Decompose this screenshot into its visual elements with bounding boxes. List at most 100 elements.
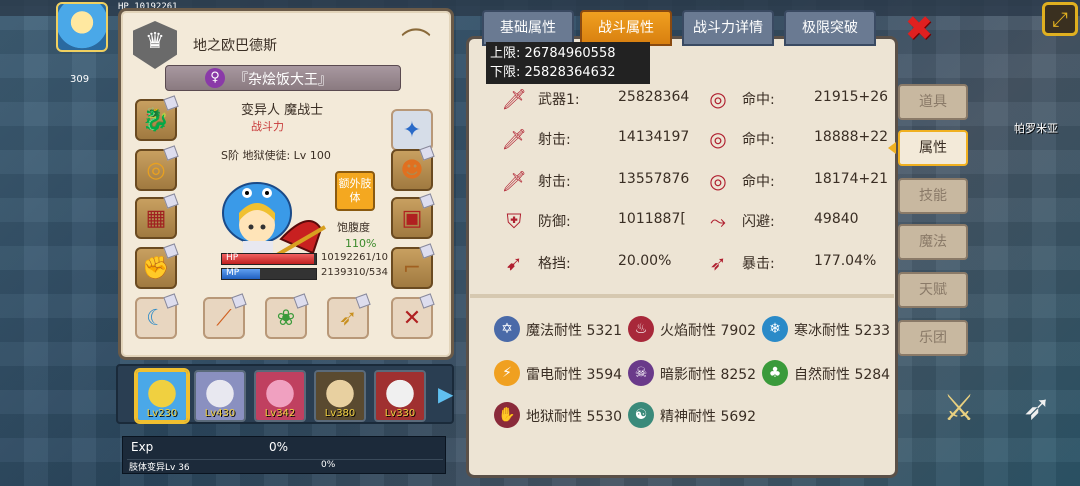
tab-combat-stats[interactable]: 战斗属性 <box>580 10 672 46</box>
guild-name: 地之欧巴德斯 <box>193 38 277 54</box>
party-member[interactable]: Lv380 <box>314 370 366 422</box>
resistance-nature: ♣ 自然耐性 5284 <box>762 360 902 388</box>
character-panel: 地之欧巴德斯 ⌒ 『杂烩饭大王』 ♀ 变异人 魔战士 战斗力 S阶 地狱使徒: … <box>118 8 454 360</box>
blue-crystal-icon: ✦ <box>402 117 422 143</box>
hell-icon: ✋ <box>494 402 520 428</box>
hp-label: HP <box>226 253 239 263</box>
extra-limb-button[interactable]: 额外肢体 <box>335 171 375 211</box>
equip-slot-ring[interactable]: ☾ <box>135 293 179 339</box>
stat-row: 🗡 射击: 14134197 <box>500 126 700 151</box>
stat-row: ⛨ 防御: 1011887[ <box>500 208 700 233</box>
close-icon[interactable]: ✖ <box>902 12 936 48</box>
resistance-shadow: ☠ 暗影耐性 8252 <box>628 360 768 388</box>
tab-power-details[interactable]: 战斗力详情 <box>682 10 774 46</box>
stat-value: 25828364 <box>618 89 690 105</box>
stat-row: ◎ 命中: 21915+26 <box>704 86 894 111</box>
spirit-icon: ☯ <box>628 402 654 428</box>
side-nav-pointer-icon <box>888 142 896 154</box>
stat-value: 1011887[ <box>618 211 686 227</box>
party-next-arrow-icon[interactable]: ▶ <box>438 380 453 408</box>
party-member[interactable]: Lv330 <box>374 370 426 422</box>
equip-slot-boots[interactable]: ⌐ <box>391 243 435 289</box>
stat-row: ◎ 命中: 18174+21 <box>704 168 894 193</box>
equip-slot-armor[interactable]: ▦ <box>135 193 179 239</box>
side-nav-items[interactable]: 道具 <box>898 84 968 120</box>
side-nav-skills[interactable]: 技能 <box>898 178 968 214</box>
party-level: Lv380 <box>324 408 356 419</box>
title-bar[interactable]: 『杂烩饭大王』 <box>165 65 401 91</box>
stat-name: 命中: <box>742 92 775 108</box>
mp-value: 2139310/534 <box>321 267 388 278</box>
party-member[interactable]: Lv430 <box>194 370 246 422</box>
wardrobe-hanger-icon[interactable]: ⌒ <box>391 21 441 69</box>
attack-sword-icon[interactable]: ⚔ <box>934 388 984 436</box>
stat-name: 射击: <box>538 132 571 148</box>
player-avatar[interactable] <box>56 2 108 52</box>
stat-name: 格挡: <box>538 256 571 272</box>
equip-slot-charm[interactable]: ❀ <box>265 293 309 339</box>
fire-icon: ♨ <box>628 316 654 342</box>
side-nav-attributes[interactable]: 属性 <box>898 130 968 166</box>
guild-emblem-icon <box>133 21 177 69</box>
dodge-icon: ⤳ <box>710 209 726 233</box>
stat-value: 18174+21 <box>814 171 889 187</box>
stat-name: 射击: <box>538 174 571 190</box>
resistance-label: 暗影耐性 8252 <box>660 367 757 383</box>
sword-icon: 🗡 <box>501 87 527 111</box>
sword-icon: 🗡 <box>501 127 527 151</box>
nature-icon: ♣ <box>762 360 788 386</box>
magic-icon: ✡ <box>494 316 520 342</box>
target-icon: ◎ <box>709 127 727 151</box>
equip-slot-gauntlet[interactable]: ✊ <box>135 243 179 289</box>
equip-slot-staff[interactable]: ⟋ <box>203 293 247 339</box>
equip-slot-helmet[interactable]: 🐉 <box>135 95 179 141</box>
stat-value: 13557876 <box>618 171 690 187</box>
party-strip: Lv230 Lv430 Lv342 Lv380 Lv330 <box>116 364 454 424</box>
lower-limit: 下限: 25828364632 <box>490 65 616 80</box>
stats-divider <box>470 294 894 298</box>
satiety-label: 饱腹度 <box>337 221 370 234</box>
equip-slot-chest[interactable]: ▣ <box>391 193 435 239</box>
power-label: 战斗力 <box>251 120 284 133</box>
target-icon: ◎ <box>709 87 727 111</box>
party-member[interactable]: Lv230 <box>136 370 188 422</box>
party-level: Lv230 <box>146 408 178 419</box>
stat-row: 🗡 射击: 13557876 <box>500 168 700 193</box>
shield-icon: ⛨ <box>506 209 522 233</box>
side-nav-magic[interactable]: 魔法 <box>898 224 968 260</box>
stat-value: 21915+26 <box>814 89 889 105</box>
party-level: Lv430 <box>204 408 236 419</box>
sword-icon: 🗡 <box>501 169 527 193</box>
character-title: 『杂烩饭大王』 <box>234 72 332 88</box>
satiety-value: 110% <box>345 237 377 250</box>
equip-slot-necklace[interactable]: ◎ <box>135 145 179 191</box>
equip-slot-crystal[interactable]: ✦ <box>391 109 433 151</box>
stat-value: 20.00% <box>618 253 672 269</box>
stat-name: 武器1: <box>538 92 580 108</box>
hp-bar: HP <box>221 253 317 265</box>
resistance-label: 火焰耐性 7902 <box>660 323 757 339</box>
tab-basic-stats[interactable]: 基础属性 <box>482 10 574 46</box>
party-member[interactable]: Lv342 <box>254 370 306 422</box>
stat-name: 防御: <box>538 214 571 230</box>
equip-slot-bow[interactable]: ➶ <box>327 293 371 339</box>
tab-limit-break[interactable]: 极限突破 <box>784 10 876 46</box>
target-icon: ◎ <box>709 169 727 193</box>
side-nav-band[interactable]: 乐团 <box>898 320 968 356</box>
party-level: Lv330 <box>384 408 416 419</box>
equip-slot-pumpkin[interactable]: ☻ <box>391 145 435 191</box>
stat-name: 命中: <box>742 132 775 148</box>
equip-slot-claw[interactable]: ✕ <box>391 293 435 339</box>
stat-row: 🗡 武器1: 25828364 <box>500 86 700 111</box>
stat-value: 177.04% <box>814 253 877 269</box>
side-nav-talent[interactable]: 天赋 <box>898 272 968 308</box>
party-level: Lv342 <box>264 408 296 419</box>
crit-icon: ➶ <box>709 251 727 275</box>
attack-bow-icon[interactable]: ➶ <box>1012 388 1062 436</box>
ice-icon: ❄ <box>762 316 788 342</box>
expand-icon[interactable]: ⤢ <box>1042 2 1078 36</box>
resistance-spirit: ☯ 精神耐性 5692 <box>628 402 768 430</box>
resistance-label: 精神耐性 5692 <box>660 409 757 425</box>
exp-label: Exp <box>131 440 154 454</box>
stat-value: 14134197 <box>618 129 690 145</box>
